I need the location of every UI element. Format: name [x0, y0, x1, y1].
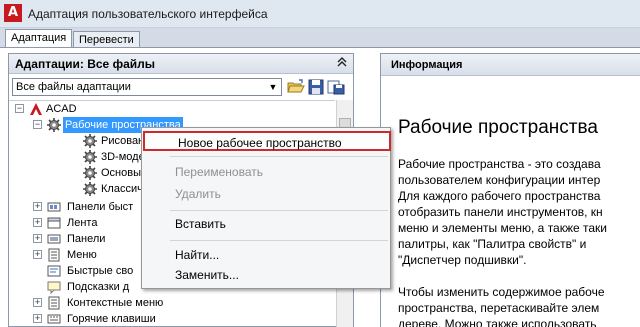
tree-item-label: Быстрые сво	[67, 265, 134, 277]
save-icon[interactable]	[308, 79, 326, 96]
tree-item-toolbars[interactable]: + Панели	[9, 231, 149, 247]
customization-file-select[interactable]: Все файлы адаптации ▼	[12, 78, 282, 96]
tab-strip: Адаптация Перевести	[0, 28, 640, 49]
tree-item-label: Панели быст	[67, 201, 134, 213]
tree-item-label: Лента	[67, 217, 98, 229]
info-heading: Рабочие пространства	[398, 117, 598, 138]
collapse-icon[interactable]	[337, 56, 347, 71]
tree-item-workspace[interactable]: Рисование	[9, 133, 156, 149]
open-folder-icon[interactable]	[287, 79, 305, 96]
tab-customize[interactable]: Адаптация	[5, 29, 73, 49]
gear-icon	[83, 166, 97, 180]
tree-item-label: Горячие клавиши	[67, 313, 156, 325]
customizations-panel-title: Адаптации: Все файлы	[15, 57, 155, 71]
information-panel: Информация Рабочие пространства Рабочие …	[380, 53, 640, 327]
info-text-line: дереве. Можно также использовать	[398, 317, 597, 327]
information-panel-title: Информация	[391, 59, 463, 71]
tree-item-quick-access-toolbars[interactable]: + Панели быст	[9, 199, 149, 215]
toolbar-icon	[47, 232, 61, 246]
tree-item-keyboard-shortcuts[interactable]: + Горячие клавиши	[9, 311, 335, 327]
tree-item-label: Панели	[67, 233, 106, 245]
context-menu: Новое рабочее пространство Переименовать…	[141, 127, 391, 289]
menu-item-delete[interactable]: Удалить	[142, 184, 390, 204]
info-text-line: пространства, перетаскивайте элем	[398, 301, 600, 315]
title-bar: A Адаптация пользовательского интерфейса	[0, 0, 640, 28]
menu-separator	[170, 210, 388, 211]
info-text-line: Рабочие пространства - это создава	[398, 157, 601, 171]
filter-row: Все файлы адаптации ▼	[9, 76, 353, 100]
tooltip-icon	[47, 280, 61, 295]
collapse-node-icon[interactable]: −	[15, 104, 24, 113]
menu-separator	[170, 240, 388, 241]
info-text-line: меню и элементы меню, а также таки	[398, 221, 607, 235]
tree-item-context-menus[interactable]: + Контекстные меню	[9, 295, 335, 311]
toolbar-icon	[47, 200, 61, 214]
tree-item-rollover-tooltips[interactable]: Подсказки д	[9, 279, 149, 295]
expand-node-icon[interactable]: +	[33, 234, 42, 243]
gear-icon	[83, 150, 97, 164]
information-panel-header: Информация	[381, 54, 640, 76]
info-text-line: Для каждого рабочего пространства	[398, 189, 601, 203]
partial-customization-icon[interactable]	[327, 79, 345, 96]
menu-item-paste[interactable]: Вставить	[142, 214, 390, 234]
info-text-line: "Диспетчер подшивки".	[398, 253, 527, 267]
tree-item-label: Подсказки д	[67, 281, 130, 293]
gear-icon	[83, 134, 97, 148]
ribbon-icon	[47, 216, 61, 230]
properties-icon	[47, 264, 61, 278]
expand-node-icon[interactable]: +	[33, 202, 42, 211]
info-text-line: Чтобы изменить содержимое рабоче	[398, 285, 605, 299]
menu-item-replace[interactable]: Заменить...	[142, 265, 390, 285]
gear-icon	[83, 182, 97, 196]
tree-item-acad[interactable]: − ACAD	[9, 101, 335, 117]
customizations-panel-header: Адаптации: Все файлы	[9, 54, 353, 74]
expand-node-icon[interactable]: +	[33, 250, 42, 259]
info-text-line: отобразить панели инструментов, кн	[398, 205, 603, 219]
chevron-down-icon: ▼	[268, 82, 278, 92]
collapse-node-icon[interactable]: −	[33, 120, 42, 129]
expand-node-icon[interactable]: +	[33, 314, 42, 323]
menu-item-rename[interactable]: Переименовать	[142, 162, 390, 182]
info-text-line: пользователем конфигурации интер	[398, 173, 601, 187]
tree-item-label: Контекстные меню	[67, 297, 164, 309]
tree-item-workspace[interactable]: Классиче	[9, 181, 149, 197]
tree-item-workspace[interactable]: 3D-модел	[9, 149, 151, 165]
expand-node-icon[interactable]: +	[33, 218, 42, 227]
menu-icon	[47, 248, 61, 262]
tree-item-label: ACAD	[46, 103, 77, 115]
menu-separator	[170, 156, 388, 157]
customization-file-select-value: Все файлы адаптации	[16, 81, 131, 93]
autocad-file-icon	[29, 102, 43, 116]
autocad-logo-icon: A	[4, 4, 22, 22]
tree-item-quick-properties[interactable]: Быстрые сво	[9, 263, 149, 279]
tree-item-workspace[interactable]: Основы 3	[9, 165, 150, 181]
menu-item-find[interactable]: Найти...	[142, 245, 390, 265]
expand-node-icon[interactable]: +	[33, 298, 42, 307]
gear-icon	[47, 118, 61, 132]
keyboard-icon	[47, 312, 61, 326]
tree-item-ribbon[interactable]: + Лента	[9, 215, 149, 231]
menu-icon	[47, 296, 61, 310]
info-text-line: палитры, как "Палитра свойств" и	[398, 237, 587, 251]
window-title: Адаптация пользовательского интерфейса	[28, 7, 268, 21]
tree-item-menus[interactable]: + Меню	[9, 247, 149, 263]
tree-item-label: Меню	[67, 249, 97, 261]
menu-item-new-workspace[interactable]: Новое рабочее пространство	[143, 131, 391, 151]
